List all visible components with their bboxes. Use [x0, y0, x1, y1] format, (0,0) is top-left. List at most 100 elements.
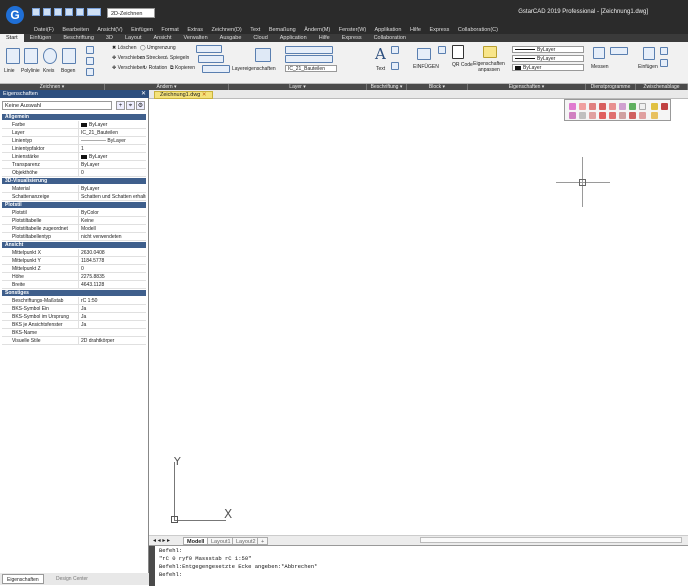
- color-combo[interactable]: ByLayer: [512, 46, 584, 53]
- property-value[interactable]: Ja: [78, 321, 146, 329]
- property-value[interactable]: Schatten und Schatten erhalten: [78, 193, 146, 201]
- property-value[interactable]: ByLayer: [78, 185, 146, 193]
- osnap-midpoint-icon[interactable]: [579, 103, 586, 110]
- property-value[interactable]: 2630.0408: [78, 249, 146, 257]
- workspace-combo[interactable]: 2D-Zeichnen: [107, 8, 155, 18]
- drawing-canvas[interactable]: [149, 99, 688, 535]
- property-value[interactable]: ————— ByLayer: [78, 137, 146, 145]
- circle-tool-icon[interactable]: [43, 48, 57, 64]
- qr-code-label[interactable]: QR Code: [452, 62, 473, 68]
- property-row[interactable]: Layer IC_21_Bauteilen: [2, 129, 146, 137]
- osnap-insert-icon[interactable]: [579, 112, 586, 119]
- insert-block-icon[interactable]: [417, 48, 431, 60]
- menu-item[interactable]: Collaboration(C): [458, 27, 498, 33]
- osnap-parallel-icon[interactable]: [599, 112, 606, 119]
- menu-item[interactable]: Ändern(M): [304, 27, 330, 33]
- line-tool-label[interactable]: Linie: [4, 68, 15, 74]
- property-row[interactable]: Linientyp ————— ByLayer: [2, 137, 146, 145]
- property-row[interactable]: Plotstiltabellentyp nicht verwendeten: [2, 233, 146, 241]
- mirror-tool[interactable]: ⚠ Spiegeln: [164, 55, 189, 61]
- tab-design-center[interactable]: Design Center: [52, 574, 92, 584]
- property-row[interactable]: BKS je Ansichtsfenster Ja: [2, 321, 146, 329]
- property-value[interactable]: ByLayer: [78, 153, 146, 161]
- open-file-icon[interactable]: [43, 8, 51, 16]
- tab-application[interactable]: Application: [274, 34, 313, 42]
- arc-tool-icon[interactable]: [62, 48, 76, 64]
- property-row[interactable]: Material ByLayer: [2, 185, 146, 193]
- tab-layout2[interactable]: Layout2: [232, 537, 260, 545]
- measure-icon[interactable]: [593, 47, 605, 59]
- menu-item[interactable]: Zeichnen(D): [211, 27, 241, 33]
- command-line[interactable]: Befehl: "rC 0 ryf0 Massstab rC 1:50" Bef…: [149, 545, 688, 586]
- copy-icon[interactable]: [660, 59, 668, 67]
- osnap-extension-icon[interactable]: [609, 103, 616, 110]
- measure-label[interactable]: Messen: [591, 64, 609, 70]
- copy-tool[interactable]: ⧉ Kopieren: [170, 65, 195, 71]
- tab-einfuegen[interactable]: Einfügen: [24, 34, 58, 42]
- property-section-header[interactable]: Allgemein: [2, 114, 146, 120]
- property-value[interactable]: Ja: [78, 313, 146, 321]
- property-row[interactable]: Plotstiltabelle zugeordnet Modell: [2, 225, 146, 233]
- property-value[interactable]: 0: [78, 265, 146, 273]
- tab-ansicht[interactable]: Ansicht: [147, 34, 177, 42]
- property-row[interactable]: Plotstil ByColor: [2, 209, 146, 217]
- calculator-icon[interactable]: [610, 47, 628, 55]
- property-row[interactable]: Schattenanzeige Schatten und Schatten erh…: [2, 193, 146, 201]
- menu-item[interactable]: Ansicht(V): [97, 27, 122, 33]
- polyline-tool-icon[interactable]: [24, 48, 38, 64]
- boundary-tool[interactable]: ◯ Umgrenzung: [140, 45, 176, 51]
- array-icon[interactable]: [202, 65, 230, 73]
- property-row[interactable]: Mittelpunkt Z 0: [2, 265, 146, 273]
- property-value[interactable]: rC 1:50: [78, 297, 146, 305]
- property-value[interactable]: ByLayer: [78, 121, 146, 129]
- modify-more-icon[interactable]: [196, 45, 222, 53]
- osnap-node-icon[interactable]: [569, 112, 576, 119]
- tab-hilfe[interactable]: Hilfe: [313, 34, 336, 42]
- dimension-icon[interactable]: [391, 46, 399, 54]
- save-icon[interactable]: [54, 8, 62, 16]
- menu-item[interactable]: Fenster(W): [339, 27, 367, 33]
- property-row[interactable]: Höhe 2275.8835: [2, 273, 146, 281]
- osnap-perpendicular-icon[interactable]: [589, 112, 596, 119]
- tab-layout[interactable]: Layout: [119, 34, 148, 42]
- hatch-icon[interactable]: [86, 68, 94, 76]
- property-value[interactable]: ByLayer: [78, 161, 146, 169]
- property-value[interactable]: nicht verwendeten: [78, 233, 146, 241]
- shift-tool[interactable]: ✥ Verschieben: [112, 65, 145, 71]
- property-row[interactable]: Plotstiltabelle Keine: [2, 217, 146, 225]
- new-file-icon[interactable]: [32, 8, 40, 16]
- tab-layout1[interactable]: Layout1: [207, 537, 235, 545]
- close-icon[interactable]: ✕: [141, 90, 146, 98]
- layer-tools-row2-icon[interactable]: [285, 55, 333, 63]
- osnap-apparent-icon[interactable]: [599, 103, 606, 110]
- property-value[interactable]: IC_21_Bauteilen: [78, 129, 146, 137]
- property-row[interactable]: Objekthöhe 0: [2, 169, 146, 177]
- layer-properties-icon[interactable]: [255, 48, 271, 62]
- property-row[interactable]: BKS-Symbol Ein Ja: [2, 305, 146, 313]
- osnap-tangent-icon[interactable]: [639, 103, 646, 110]
- tab-verwalten[interactable]: Verwalten: [178, 34, 214, 42]
- layer-properties-label[interactable]: Layereigenschaften: [232, 66, 276, 72]
- property-value[interactable]: ByColor: [78, 209, 146, 217]
- osnap-center-icon[interactable]: [619, 103, 626, 110]
- osnap-none-icon[interactable]: [661, 103, 668, 110]
- osnap-mid2-icon[interactable]: [651, 112, 658, 119]
- leader-icon[interactable]: [391, 62, 399, 70]
- property-row[interactable]: BKS-Symbol im Ursprung Ja: [2, 313, 146, 321]
- tab-modell[interactable]: Modell: [183, 537, 209, 545]
- layer-combo[interactable]: IC_21_Bauteilen: [285, 65, 337, 72]
- app-logo-icon[interactable]: G: [6, 6, 24, 24]
- osnap-from-icon[interactable]: [619, 112, 626, 119]
- circle-tool-label[interactable]: Kreis: [43, 68, 54, 74]
- property-row[interactable]: Breite 4643.1128: [2, 281, 146, 289]
- osnap-temp-icon[interactable]: [639, 112, 646, 119]
- tab-express[interactable]: Express: [336, 34, 368, 42]
- tab-close-icon[interactable]: ✕: [202, 92, 207, 98]
- toggle-pickadd-icon[interactable]: +: [116, 101, 125, 110]
- property-row[interactable]: Linientypfaktor 1: [2, 145, 146, 153]
- property-value[interactable]: 0: [78, 169, 146, 177]
- osnap-endpoint-icon[interactable]: [569, 103, 576, 110]
- property-value[interactable]: Keine: [78, 217, 146, 225]
- tab-ausgabe[interactable]: Ausgabe: [214, 34, 248, 42]
- rotate-tool[interactable]: ↻ Rotation: [143, 65, 167, 71]
